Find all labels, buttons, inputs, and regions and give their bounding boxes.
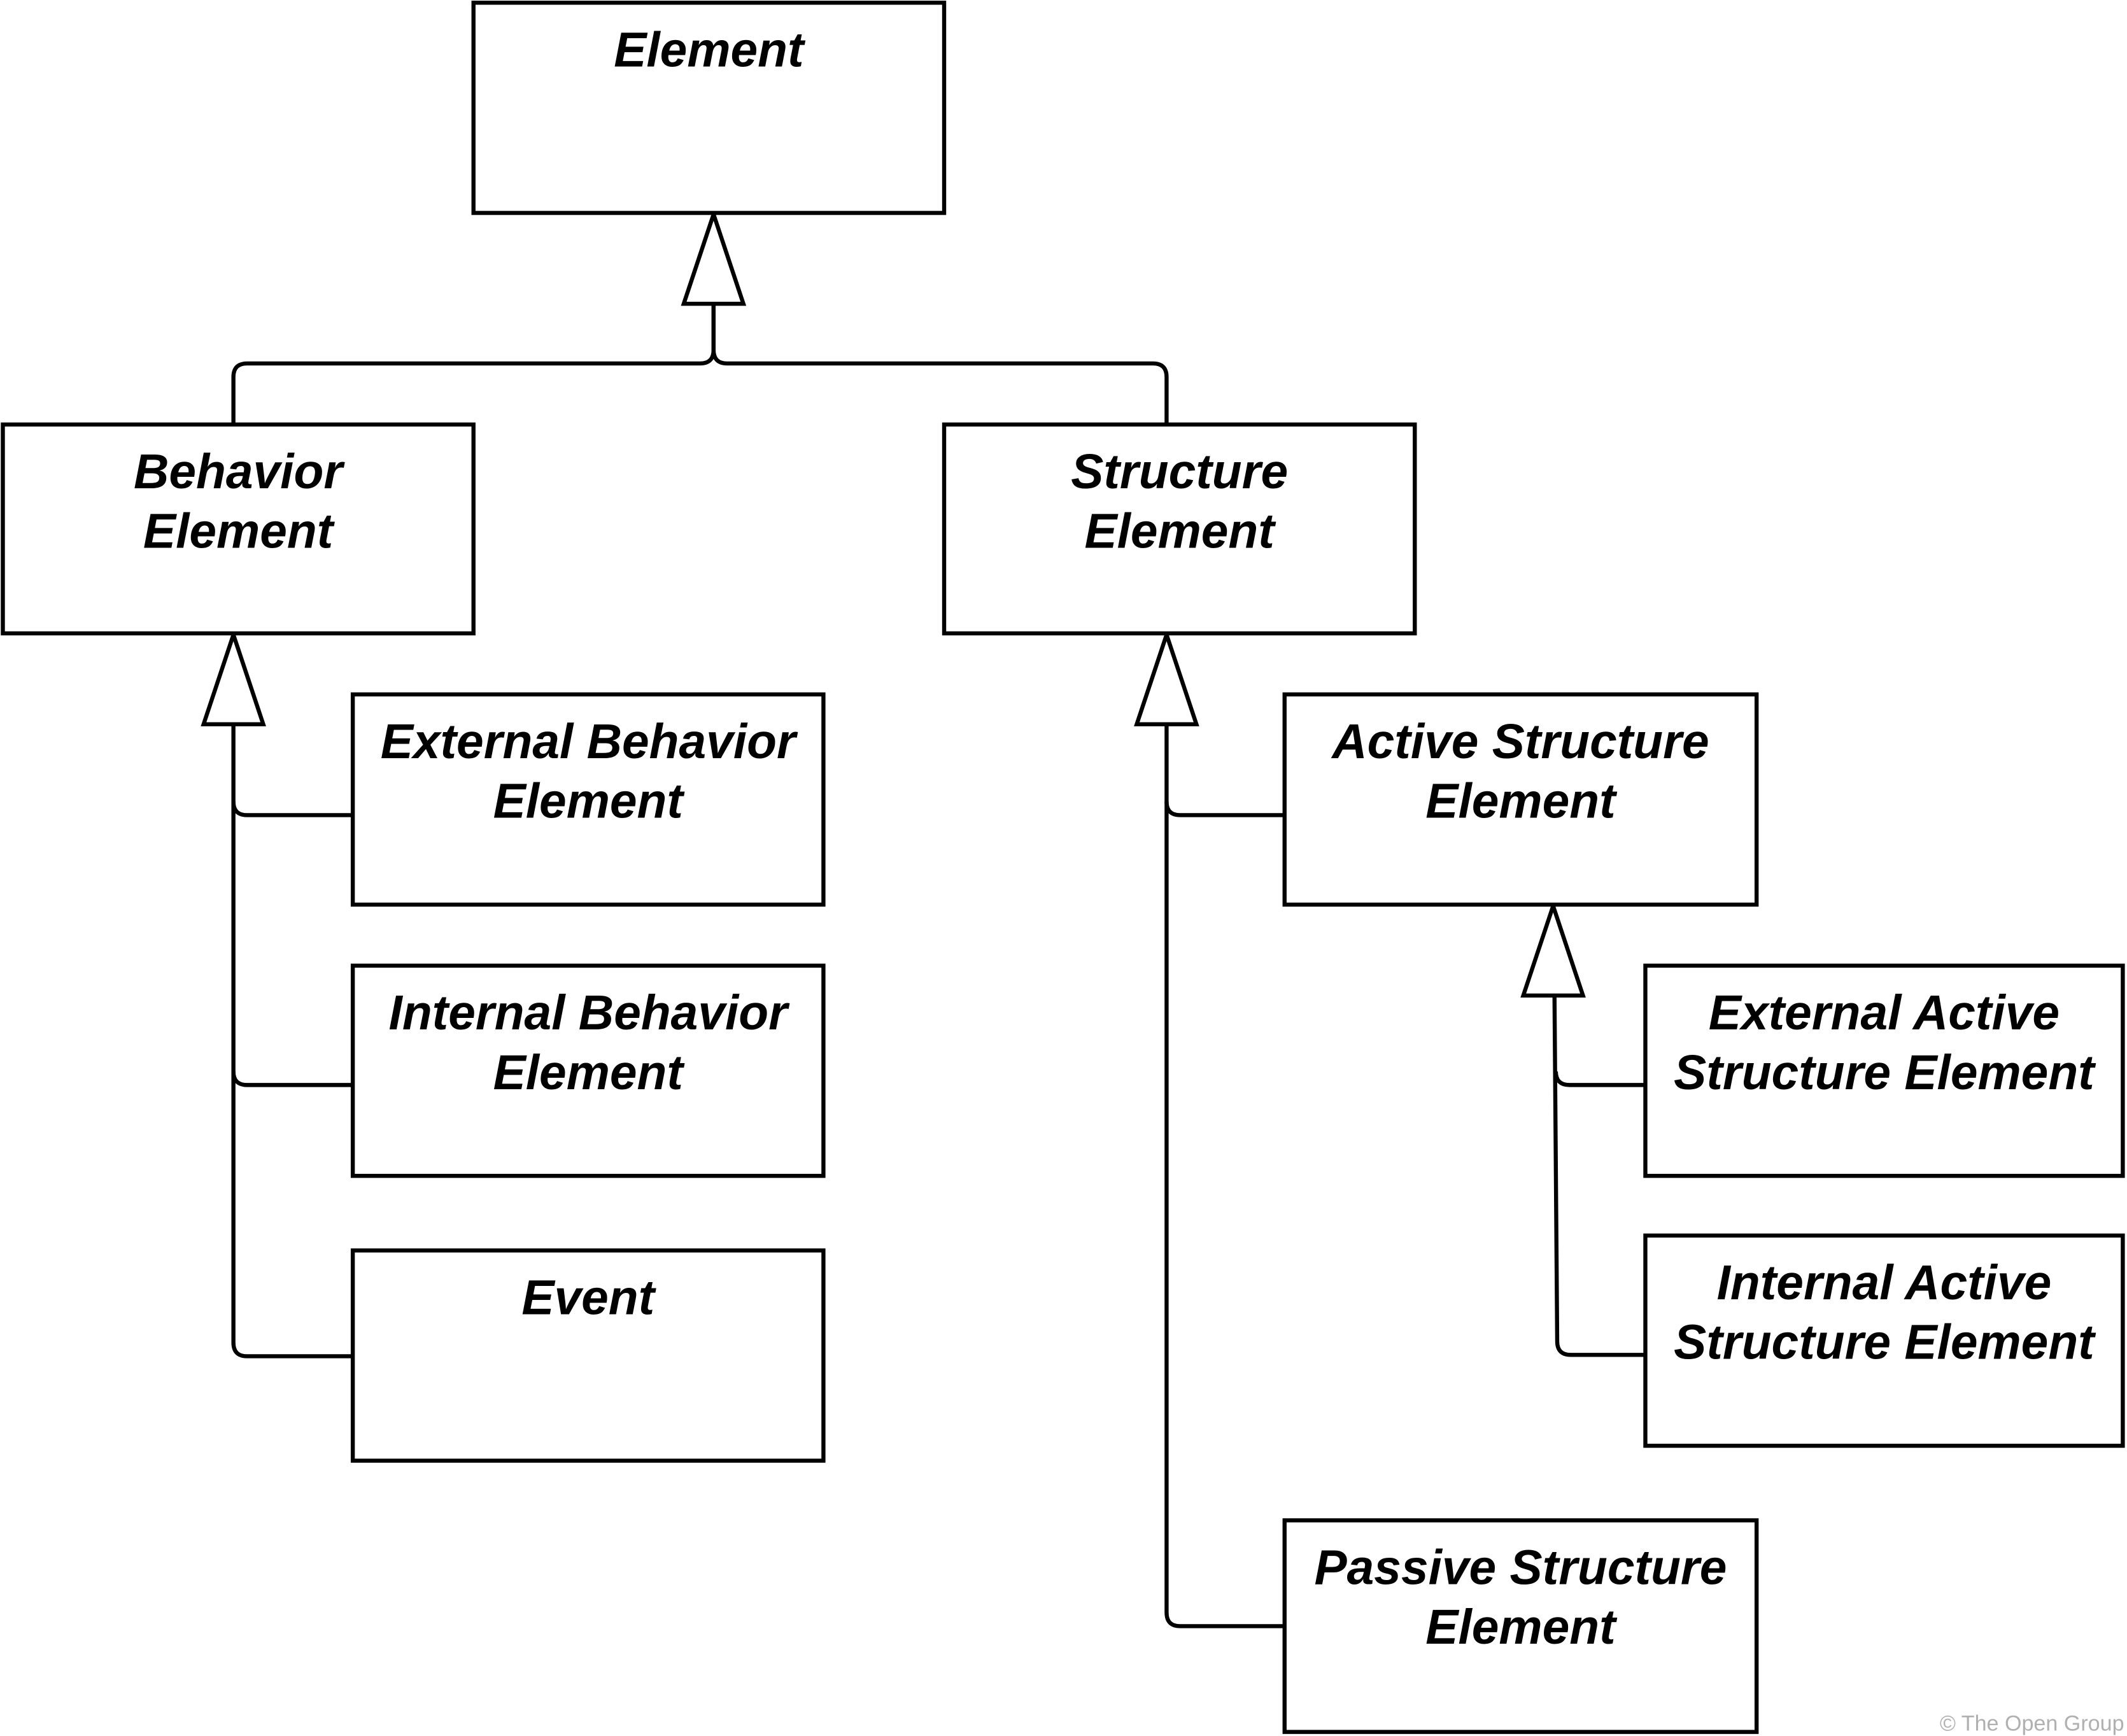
specialization-arrowhead-structure: [1134, 628, 1199, 726]
internal-active-structure-element-label: Structure Element: [1674, 1316, 2096, 1370]
behavior-element-label: Behavior: [134, 445, 345, 499]
passive-structure-element-box: Passive StructureElement: [1282, 1518, 1759, 1734]
specialization-arrowhead-active-structure: [1520, 900, 1586, 998]
specialization-arrowhead-behavior: [201, 628, 266, 726]
behavior-element-box: Behavior Element: [1, 422, 476, 636]
internal-active-structure-element-label: Internal Active: [1717, 1256, 2052, 1310]
external-active-structure-element-box: External Active Structure Element: [1643, 963, 2125, 1178]
active-structure-element-label: Element: [1425, 775, 1618, 829]
internal-behavior-element-label: Internal Behavior: [389, 986, 791, 1040]
event-box: Event: [350, 1248, 826, 1463]
structure-element-label: Structure: [1071, 445, 1288, 499]
structure-element-label: Element: [1084, 505, 1276, 559]
connector-event-to-behavior: [231, 724, 353, 1358]
element-box: Element: [471, 1, 947, 215]
connector-behavior-to-element: [231, 304, 716, 425]
connector-passive-to-structure: [1164, 724, 1285, 1628]
connector-internal-active-to-active: [1552, 995, 1646, 1357]
external-behavior-element-label: Element: [493, 775, 686, 829]
active-structure-element-label: Active Structure: [1331, 715, 1709, 769]
connector-active-to-structure: [1164, 801, 1285, 817]
specialization-arrowhead-element: [681, 208, 747, 306]
internal-behavior-element-box: Internal Behavior Element: [350, 963, 826, 1178]
internal-behavior-element-label: Element: [493, 1046, 686, 1100]
event-label: Event: [521, 1271, 656, 1325]
passive-structure-element-label: Passive Structure: [1315, 1541, 1727, 1595]
external-behavior-element-label: External Behavior: [381, 715, 798, 769]
internal-active-structure-element-box: Internal Active Structure Element: [1643, 1233, 2125, 1448]
element-boxes: ElementBehaviorElementStructureElementEx…: [1, 1, 2125, 1734]
behavior-element-label: Element: [143, 505, 336, 559]
specialization-diagram: ElementBehaviorElementStructureElementEx…: [1, 1, 2125, 1735]
connector-external-active-to-active: [1553, 1071, 1646, 1087]
active-structure-element-box: Active Structure Element: [1282, 692, 1759, 907]
passive-structure-element-label: Element: [1425, 1600, 1618, 1655]
copyright-notice: © The Open Group: [1940, 1711, 2124, 1735]
external-active-structure-element-label: Structure Element: [1674, 1046, 2096, 1100]
structure-element-box: Structure Element: [942, 422, 1417, 636]
external-behavior-element-box: External Behavior Element: [350, 692, 826, 907]
connector-external-behavior-to-behavior: [231, 801, 353, 817]
external-active-structure-element-label: External Active: [1709, 986, 2060, 1040]
connector-internal-behavior-to-behavior: [231, 1071, 353, 1087]
connector-structure-to-element: [711, 304, 1169, 425]
element-label: Element: [614, 23, 806, 77]
